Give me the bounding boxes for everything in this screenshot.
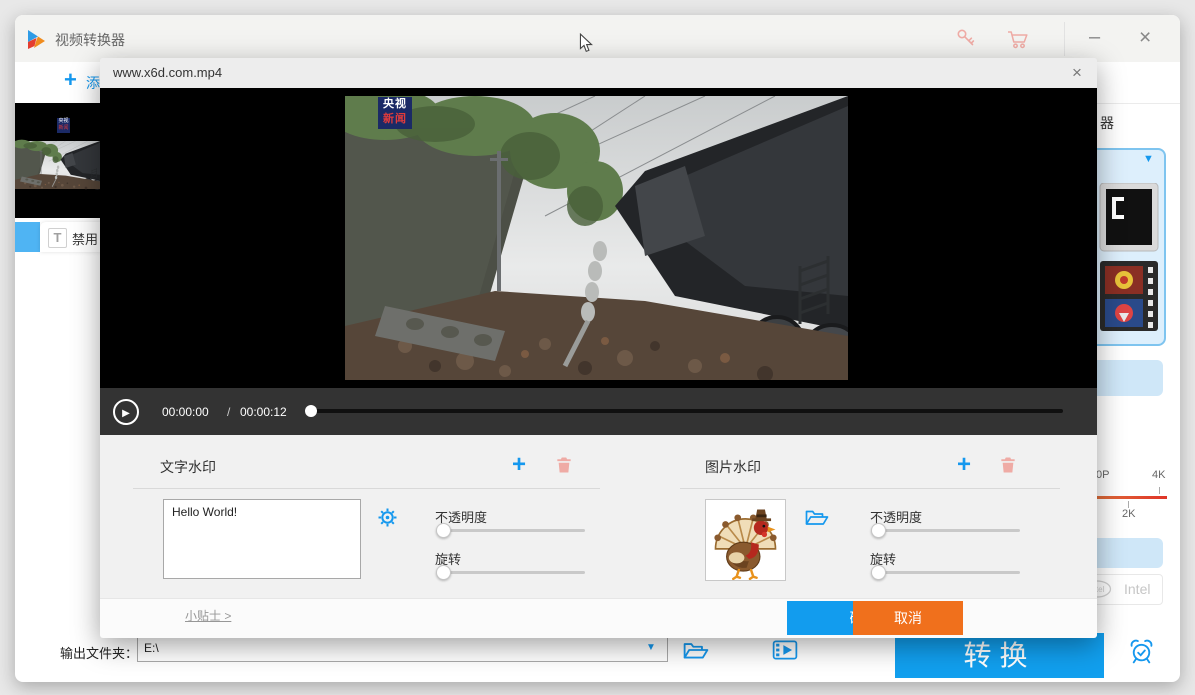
- open-folder-icon[interactable]: [683, 639, 709, 661]
- progress-track[interactable]: [305, 409, 1063, 413]
- progress-handle[interactable]: [305, 405, 317, 417]
- app-title: 视频转换器: [55, 30, 125, 50]
- tips-link[interactable]: 小贴士 >: [185, 607, 231, 624]
- image-rotate-track[interactable]: [877, 571, 1020, 574]
- format-preview-icon: [1098, 183, 1160, 333]
- image-opacity-handle[interactable]: [871, 523, 886, 538]
- add-text-watermark-button[interactable]: +: [512, 455, 526, 475]
- app-logo-icon: [25, 28, 47, 50]
- text-settings-gear-icon[interactable]: [377, 507, 398, 528]
- text-tool-icon: T: [48, 228, 67, 248]
- watermark-image-box[interactable]: [705, 499, 786, 581]
- minimize-button[interactable]: –: [1089, 26, 1100, 49]
- resolution-label-1080p-partial: 0P: [1096, 469, 1109, 481]
- text-section-divider: [133, 488, 600, 489]
- thumbnail-news-badge: 央视 新闻: [57, 118, 70, 133]
- current-time: 00:00:00: [162, 405, 209, 419]
- delete-image-watermark-icon[interactable]: [1000, 456, 1016, 474]
- output-path-dropdown-icon[interactable]: ▼: [646, 642, 656, 653]
- watermark-text-input[interactable]: Hello World!: [163, 499, 361, 579]
- output-path-combobox[interactable]: [137, 637, 668, 662]
- resolution-label-2k: 2K: [1122, 508, 1135, 520]
- register-key-icon[interactable]: [955, 27, 977, 49]
- schedule-alarm-icon[interactable]: [1127, 637, 1156, 665]
- image-opacity-track[interactable]: [877, 529, 1020, 532]
- time-separator: /: [227, 405, 230, 419]
- resolution-label-4k: 4K: [1152, 469, 1165, 481]
- close-button[interactable]: ×: [1139, 26, 1151, 50]
- intel-label: Intel: [1124, 581, 1150, 597]
- play-button[interactable]: ▶: [113, 399, 139, 425]
- add-file-plus-icon[interactable]: +: [64, 70, 77, 90]
- titlebar-divider: [1064, 22, 1065, 56]
- format-dropdown-icon[interactable]: ▼: [1143, 153, 1154, 165]
- text-rotate-handle[interactable]: [436, 565, 451, 580]
- browse-image-folder-icon[interactable]: [805, 507, 829, 527]
- convert-button[interactable]: 转换: [895, 633, 1104, 678]
- add-image-watermark-button[interactable]: +: [957, 455, 971, 475]
- output-folder-label: 输出文件夹：: [60, 643, 138, 662]
- cart-icon[interactable]: [1006, 28, 1031, 50]
- text-watermark-header: 文字水印: [160, 457, 216, 477]
- video-info-icon[interactable]: [772, 639, 798, 661]
- resolution-tick-4k: [1159, 487, 1160, 494]
- dialog-close-icon[interactable]: ×: [1072, 63, 1082, 83]
- watermark-tab-selected[interactable]: [15, 222, 40, 252]
- text-opacity-handle[interactable]: [436, 523, 451, 538]
- cancel-button[interactable]: 取消: [853, 601, 963, 635]
- delete-text-watermark-icon[interactable]: [556, 456, 572, 474]
- text-rotate-track[interactable]: [442, 571, 585, 574]
- output-path-value: E:\: [144, 641, 159, 655]
- turkey-image: [706, 500, 785, 580]
- format-label-fragment: 器: [1100, 113, 1114, 133]
- image-watermark-header: 图片水印: [705, 457, 761, 477]
- dialog-titlebar: [100, 58, 1097, 89]
- image-rotate-handle[interactable]: [871, 565, 886, 580]
- dialog-title: www.x6d.com.mp4: [113, 65, 222, 80]
- disable-tab-label: 禁用: [72, 229, 98, 248]
- resolution-tick-2k: [1128, 501, 1129, 508]
- add-file-label-partial[interactable]: 添: [86, 73, 100, 93]
- text-opacity-track[interactable]: [442, 529, 585, 532]
- video-frame: [345, 96, 848, 380]
- total-time: 00:00:12: [240, 405, 287, 419]
- image-section-divider: [680, 488, 1060, 489]
- cctv-news-badge: 央视 新闻: [378, 97, 412, 129]
